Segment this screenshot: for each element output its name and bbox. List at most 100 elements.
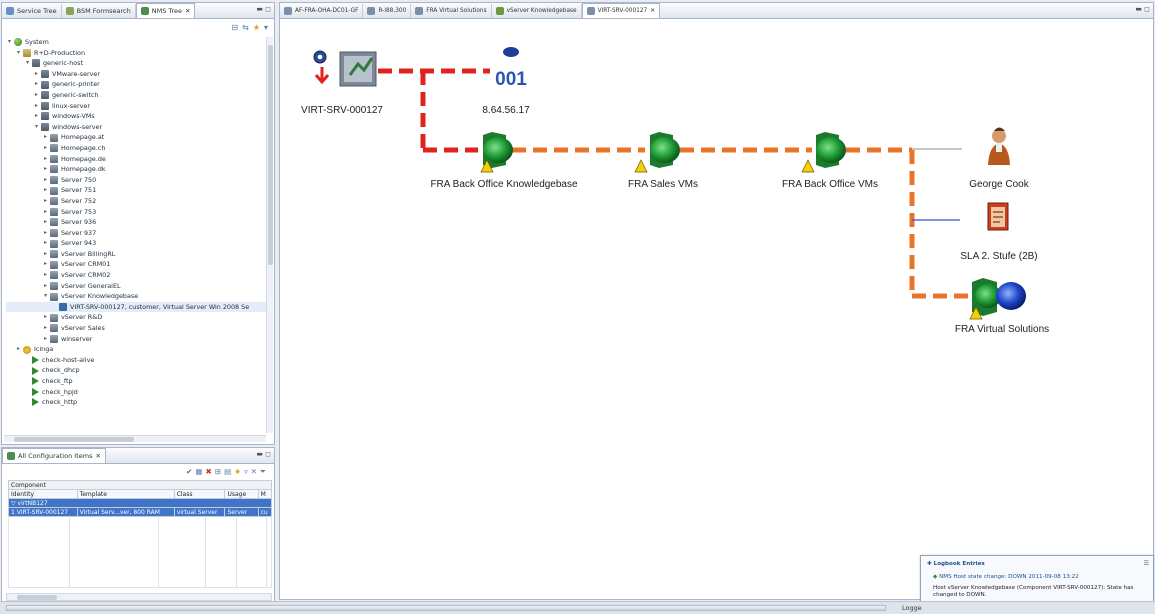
tree-item[interactable]: ▾ windows-server: [6, 122, 268, 133]
tree-item[interactable]: ▸ winserver: [6, 334, 268, 345]
expand-toggle-icon[interactable]: ▸: [42, 312, 49, 323]
column-header-class[interactable]: Class: [173, 489, 226, 499]
expand-toggle-icon[interactable]: ▸: [42, 175, 49, 186]
tree-item[interactable]: ▾ generic-host: [6, 58, 268, 69]
close-icon[interactable]: ✕: [650, 8, 655, 14]
tree-item[interactable]: ▸ vServer BillingRL: [6, 249, 268, 260]
link-icon[interactable]: ⇆: [242, 23, 249, 32]
expand-toggle-icon[interactable]: ▸: [33, 90, 40, 101]
star-icon[interactable]: ★: [234, 467, 241, 477]
check-icon[interactable]: ✔: [186, 467, 192, 477]
expand-toggle-icon[interactable]: ▸: [42, 281, 49, 292]
sla-node[interactable]: [987, 202, 1009, 231]
virtual-solutions-node[interactable]: [969, 278, 1026, 320]
table-horizontal-scrollbar[interactable]: [6, 593, 272, 601]
expand-toggle-icon[interactable]: ▾: [6, 37, 13, 48]
column-header-template[interactable]: Template: [76, 489, 175, 499]
tree-item[interactable]: ▸ linux-server: [6, 101, 268, 112]
tab-fra-virtual-solutions[interactable]: FRA Virtual Solutions: [411, 3, 492, 18]
tab-vserver-knowledgebase[interactable]: vServer Knowledgebase: [492, 3, 582, 18]
column-header-usage[interactable]: Usage: [224, 489, 259, 499]
group-header[interactable]: Component: [8, 480, 272, 490]
tab-r-188300[interactable]: R-l88,300: [363, 3, 412, 18]
expand-toggle-icon[interactable]: ▸: [33, 69, 40, 80]
expand-toggle-icon[interactable]: ▸: [42, 228, 49, 239]
expand-toggle-icon[interactable]: ▸: [33, 111, 40, 122]
tree-item[interactable]: ▾ System: [6, 37, 268, 48]
virt-srv-node[interactable]: [313, 50, 377, 87]
expand-toggle-icon[interactable]: ▸: [42, 196, 49, 207]
expand-toggle-icon[interactable]: ▸: [33, 101, 40, 112]
tree-vertical-scrollbar[interactable]: [266, 37, 273, 433]
tree-item[interactable]: ▸ Server 936: [6, 217, 268, 228]
tree-item[interactable]: ▸ Homepage.at: [6, 132, 268, 143]
expand-toggle-icon[interactable]: ▸: [42, 323, 49, 334]
tree-item[interactable]: ▸ Homepage.dk: [6, 164, 268, 175]
expand-toggle-icon[interactable]: ▾: [42, 291, 49, 302]
tab-bsm-formsearch[interactable]: BSM Formsearch: [62, 3, 136, 18]
tree-item[interactable]: ▸ vServer R&D: [6, 312, 268, 323]
expand-toggle-icon[interactable]: ▸: [42, 207, 49, 218]
filter-icon[interactable]: ▿: [244, 467, 248, 477]
tree-item[interactable]: ▸ vServer CRM02: [6, 270, 268, 281]
tab-all-configuration-items[interactable]: All Configuration Items ✕: [2, 448, 106, 463]
expand-toggle-icon[interactable]: ▾: [24, 58, 31, 69]
column-header-identity[interactable]: Identity: [8, 489, 78, 499]
tree-item[interactable]: check_hpjd: [6, 387, 268, 398]
tab-af-fra-oha[interactable]: AF-FRA-OHA-DC01-GF: [280, 3, 364, 18]
expand-toggle-icon[interactable]: ▾: [15, 48, 22, 59]
collapse-all-icon[interactable]: ⊟: [231, 23, 238, 32]
tree-item[interactable]: check-host-alive: [6, 355, 268, 366]
tree-item[interactable]: ▸ Server 943: [6, 238, 268, 249]
tree-item[interactable]: ▸ windows-VMs: [6, 111, 268, 122]
delete-icon[interactable]: ✖: [206, 467, 212, 477]
close-icon[interactable]: ✕: [185, 7, 190, 15]
expand-toggle-icon[interactable]: ▸: [42, 185, 49, 196]
logbook-popup[interactable]: ✚ Logbook Entries ☰ ◆ NMS Host state cha…: [920, 555, 1154, 605]
minimize-maximize-controls[interactable]: ▬ ◻: [256, 450, 271, 458]
expand-toggle-icon[interactable]: ▸: [33, 79, 40, 90]
person-node[interactable]: [988, 127, 1010, 166]
expand-toggle-icon[interactable]: ▸: [42, 154, 49, 165]
view-menu-icon[interactable]: ▾: [264, 23, 268, 32]
scrollbar-thumb[interactable]: [17, 595, 57, 600]
table-group-row[interactable]: ▽ virtNB127: [8, 498, 272, 508]
ip-node[interactable]: 001: [495, 47, 527, 90]
clear-filter-icon[interactable]: ✕: [251, 467, 257, 477]
tree-item[interactable]: ▸ Server 752: [6, 196, 268, 207]
tree-item[interactable]: ▾ vServer Knowledgebase: [6, 291, 268, 302]
expand-toggle-icon[interactable]: ▸: [42, 143, 49, 154]
tab-service-tree[interactable]: Service Tree: [2, 3, 62, 18]
export-icon[interactable]: ▤: [224, 467, 231, 477]
tree-horizontal-scrollbar[interactable]: [4, 435, 266, 442]
expand-toggle-icon[interactable]: ▸: [42, 334, 49, 345]
expand-toggle-icon[interactable]: ▸: [42, 249, 49, 260]
close-icon[interactable]: ☰: [1144, 560, 1149, 567]
group-icon[interactable]: ⊞: [215, 467, 221, 477]
scrollbar-thumb[interactable]: [268, 45, 273, 265]
tree-item[interactable]: ▸ Server 937: [6, 228, 268, 239]
tab-nms-tree[interactable]: NMS Tree ✕: [135, 3, 196, 18]
close-icon[interactable]: ✕: [95, 452, 100, 460]
back-office-kb-node[interactable]: [480, 132, 513, 173]
tree-item[interactable]: ▸ Homepage.ch: [6, 143, 268, 154]
tree-item[interactable]: ▸ Server 751: [6, 185, 268, 196]
tree-item[interactable]: VIRT-SRV-000127, customer, Virtual Serve…: [6, 301, 268, 313]
grid-icon[interactable]: ▦: [195, 467, 202, 477]
tree-item[interactable]: ▸ vServer GeneralEL: [6, 281, 268, 292]
tree-item[interactable]: ▸ vServer Sales: [6, 323, 268, 334]
tree-item[interactable]: ▸ vServer CRM01: [6, 259, 268, 270]
expand-toggle-icon[interactable]: ▸: [42, 164, 49, 175]
column-header-m[interactable]: M: [257, 489, 273, 499]
tab-virt-srv-000127[interactable]: VIRT-SRV-000127 ✕: [581, 3, 661, 18]
tree-item[interactable]: ▸ Server 753: [6, 207, 268, 218]
tree-item[interactable]: ▸ Server 750: [6, 175, 268, 186]
scrollbar-thumb[interactable]: [14, 437, 134, 442]
minimize-maximize-controls[interactable]: ▬ ◻: [1135, 5, 1150, 13]
expand-toggle-icon[interactable]: ▸: [15, 344, 22, 355]
funnel-icon[interactable]: ⏷: [260, 467, 266, 477]
expand-toggle-icon[interactable]: ▸: [42, 259, 49, 270]
tree-item[interactable]: ▸ generic-printer: [6, 79, 268, 90]
expand-toggle-icon[interactable]: ▸: [42, 217, 49, 228]
tree-item[interactable]: ▾ R+D-Production: [6, 48, 268, 59]
